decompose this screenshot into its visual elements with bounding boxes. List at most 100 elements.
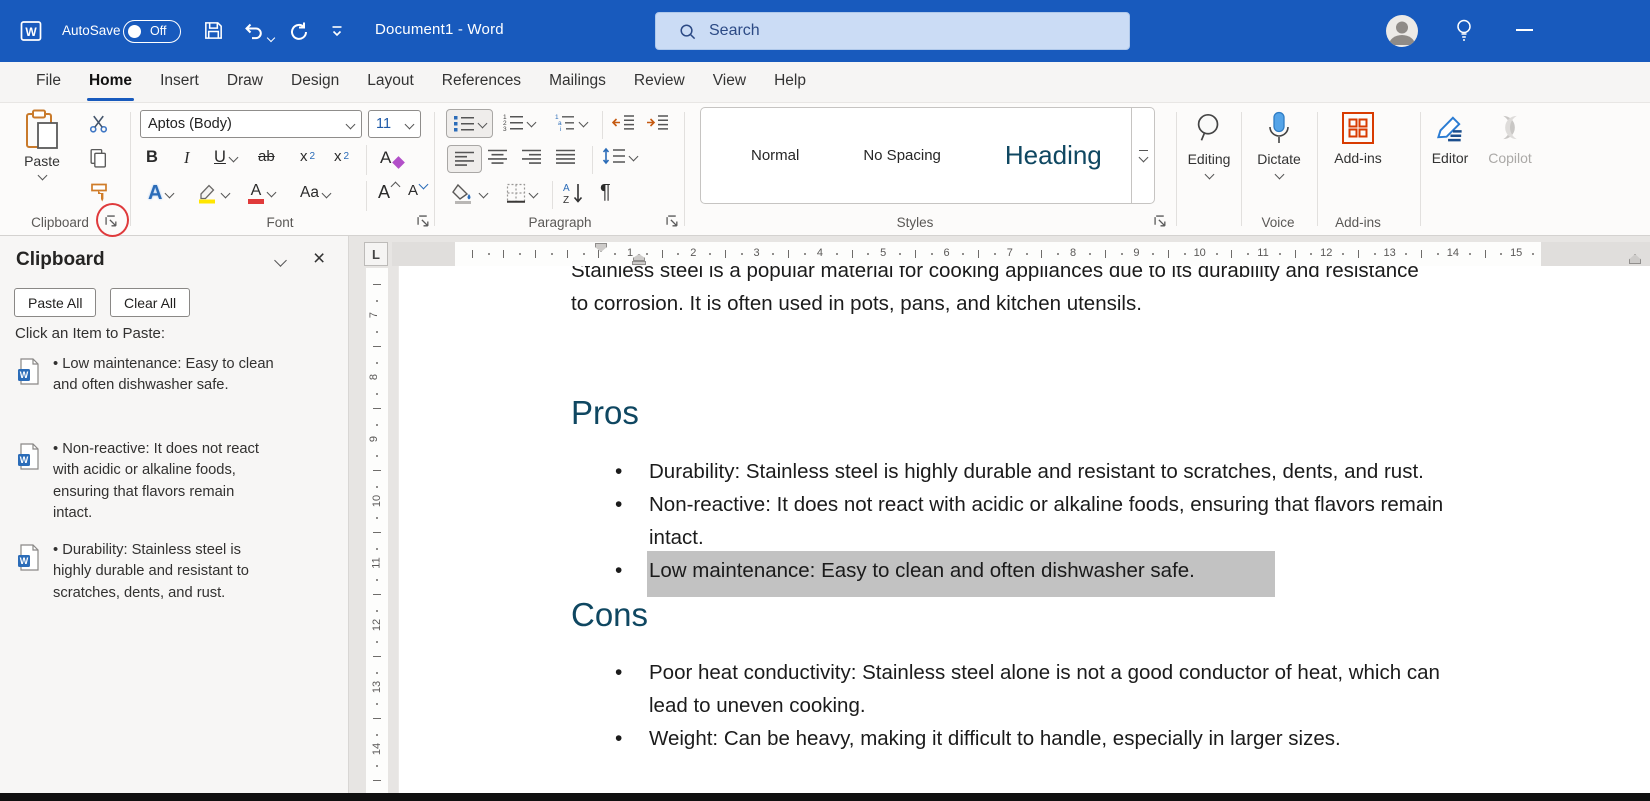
styles-dialog-launcher[interactable] [1154,215,1168,229]
bullet-list-button[interactable] [446,109,493,138]
undo-dropdown-chevron-icon[interactable] [268,28,274,46]
tab-insert[interactable]: Insert [146,62,213,103]
group-divider [434,112,435,226]
style-heading[interactable]: Heading [1005,140,1102,171]
increase-indent-button[interactable] [646,114,670,131]
heading-cons[interactable]: Cons [571,596,648,634]
borders-button[interactable] [506,183,537,203]
bullet-item[interactable]: Non-reactive: It does not react with aci… [613,488,1623,554]
tab-help[interactable]: Help [760,62,820,103]
quick-access-customize-icon[interactable] [330,24,344,38]
highlight-color-button[interactable] [196,182,229,204]
grow-caret-icon [391,182,401,192]
align-center-button[interactable] [488,149,507,165]
cut-button[interactable] [88,113,109,134]
document-page[interactable]: Stainless steel is a popular material fo… [398,266,1650,793]
italic-button[interactable]: I [184,148,190,168]
tab-selector[interactable]: L [364,242,388,266]
paste-button[interactable]: Paste [24,108,60,179]
right-indent-marker[interactable] [1629,254,1641,264]
styles-gallery-more-button[interactable] [1132,107,1155,204]
more-bar-icon [1139,150,1148,152]
save-button[interactable] [202,19,225,42]
pane-close-icon[interactable]: × [313,247,325,271]
editing-menu-button[interactable]: Editing [1184,111,1234,178]
clear-formatting-button[interactable]: A [380,148,403,168]
strikethrough-button[interactable]: ab [258,148,275,165]
copy-button[interactable] [88,147,109,168]
shrink-font-button[interactable]: A [408,182,427,199]
tab-file[interactable]: File [22,62,75,103]
clipboard-item[interactable]: W• Durability: Stainless steel ishighly … [0,540,330,604]
word-app-icon[interactable]: W [19,19,43,43]
show-formatting-button[interactable]: ¶ [600,181,611,204]
paste-all-button[interactable]: Paste All [14,288,96,317]
bullet-item[interactable]: Durability: Stainless steel is highly du… [613,455,1623,488]
shading-button[interactable] [452,182,487,204]
change-case-chevron-icon [322,188,332,198]
font-name-select[interactable]: Aptos (Body) [140,110,362,138]
vertical-ruler[interactable]: 7891011121314 [366,268,388,793]
document-paragraph[interactable]: Stainless steel is a popular material fo… [571,266,1581,320]
avatar[interactable] [1386,15,1418,47]
redo-button[interactable] [287,19,311,43]
tab-draw[interactable]: Draw [213,62,277,103]
addins-button[interactable]: Add-ins [1330,111,1386,166]
align-right-button[interactable] [522,149,541,165]
line-spacing-button[interactable] [602,147,637,165]
selected-bullet-item[interactable]: Low maintenance: Easy to clean and often… [613,554,1623,587]
change-case-button[interactable]: Aa [300,184,330,202]
voice-group-label: Voice [1248,215,1308,230]
minimize-button[interactable] [1516,29,1533,31]
sort-button[interactable]: AZ [562,181,586,205]
tab-home[interactable]: Home [75,62,146,103]
grow-font-button[interactable]: A [378,182,399,203]
search-input[interactable]: Search [655,12,1130,50]
decrease-indent-button[interactable] [612,114,636,131]
horizontal-ruler[interactable]: 123456789101112131415 [392,242,1650,266]
tab-view[interactable]: View [699,62,760,103]
align-left-icon [455,151,474,167]
subscript-button[interactable]: x2 [300,148,315,165]
document-title: Document1 - Word [375,21,504,38]
underline-button[interactable]: U [214,148,237,167]
editor-button[interactable]: Editor [1424,111,1476,166]
ruler-tick [373,718,381,719]
clipboard-item[interactable]: W• Non-reactive: It does not reactwith a… [0,439,330,524]
style-normal[interactable]: Normal [751,147,799,164]
superscript-button[interactable]: x2 [334,148,349,165]
font-size-select[interactable]: 11 [368,110,421,138]
bold-button[interactable]: B [146,148,158,167]
multilevel-list-button[interactable]: 1ai [554,113,587,132]
heading-pros[interactable]: Pros [571,394,639,432]
font-color-button[interactable]: A [248,182,275,204]
style-no-spacing[interactable]: No Spacing [863,147,941,164]
clipboard-item[interactable]: W• Low maintenance: Easy to cleanand oft… [0,354,330,397]
tab-layout[interactable]: Layout [353,62,428,103]
tab-mailings[interactable]: Mailings [535,62,620,103]
justify-button[interactable] [556,149,575,165]
ruler-tick [376,672,378,674]
ruler-number: 12 [371,619,383,631]
align-right-icon [522,149,541,165]
dictate-button[interactable]: Dictate [1250,111,1308,178]
ruler-tick [646,253,648,255]
align-left-button[interactable] [447,145,482,173]
numbered-list-button[interactable]: 123 [502,113,535,132]
left-indent-marker[interactable] [632,261,646,265]
copilot-button[interactable]: Copilot [1482,111,1538,166]
bullet-item[interactable]: Poor heat conductivity: Stainless steel … [613,656,1623,722]
tab-review[interactable]: Review [620,62,699,103]
text-effects-button[interactable]: A [148,182,173,205]
lightbulb-icon[interactable] [1453,17,1475,43]
pane-collapse-chevron-icon[interactable] [274,254,287,267]
paragraph-dialog-launcher[interactable] [666,215,680,229]
tab-design[interactable]: Design [277,62,353,103]
bullet-item[interactable]: Weight: Can be heavy, making it difficul… [613,722,1623,755]
autosave-toggle[interactable]: Off [123,20,181,43]
format-painter-button[interactable] [88,182,110,204]
clear-all-button[interactable]: Clear All [110,288,190,317]
tab-references[interactable]: References [428,62,535,103]
font-dialog-launcher[interactable] [417,215,431,229]
undo-button[interactable] [241,19,265,43]
